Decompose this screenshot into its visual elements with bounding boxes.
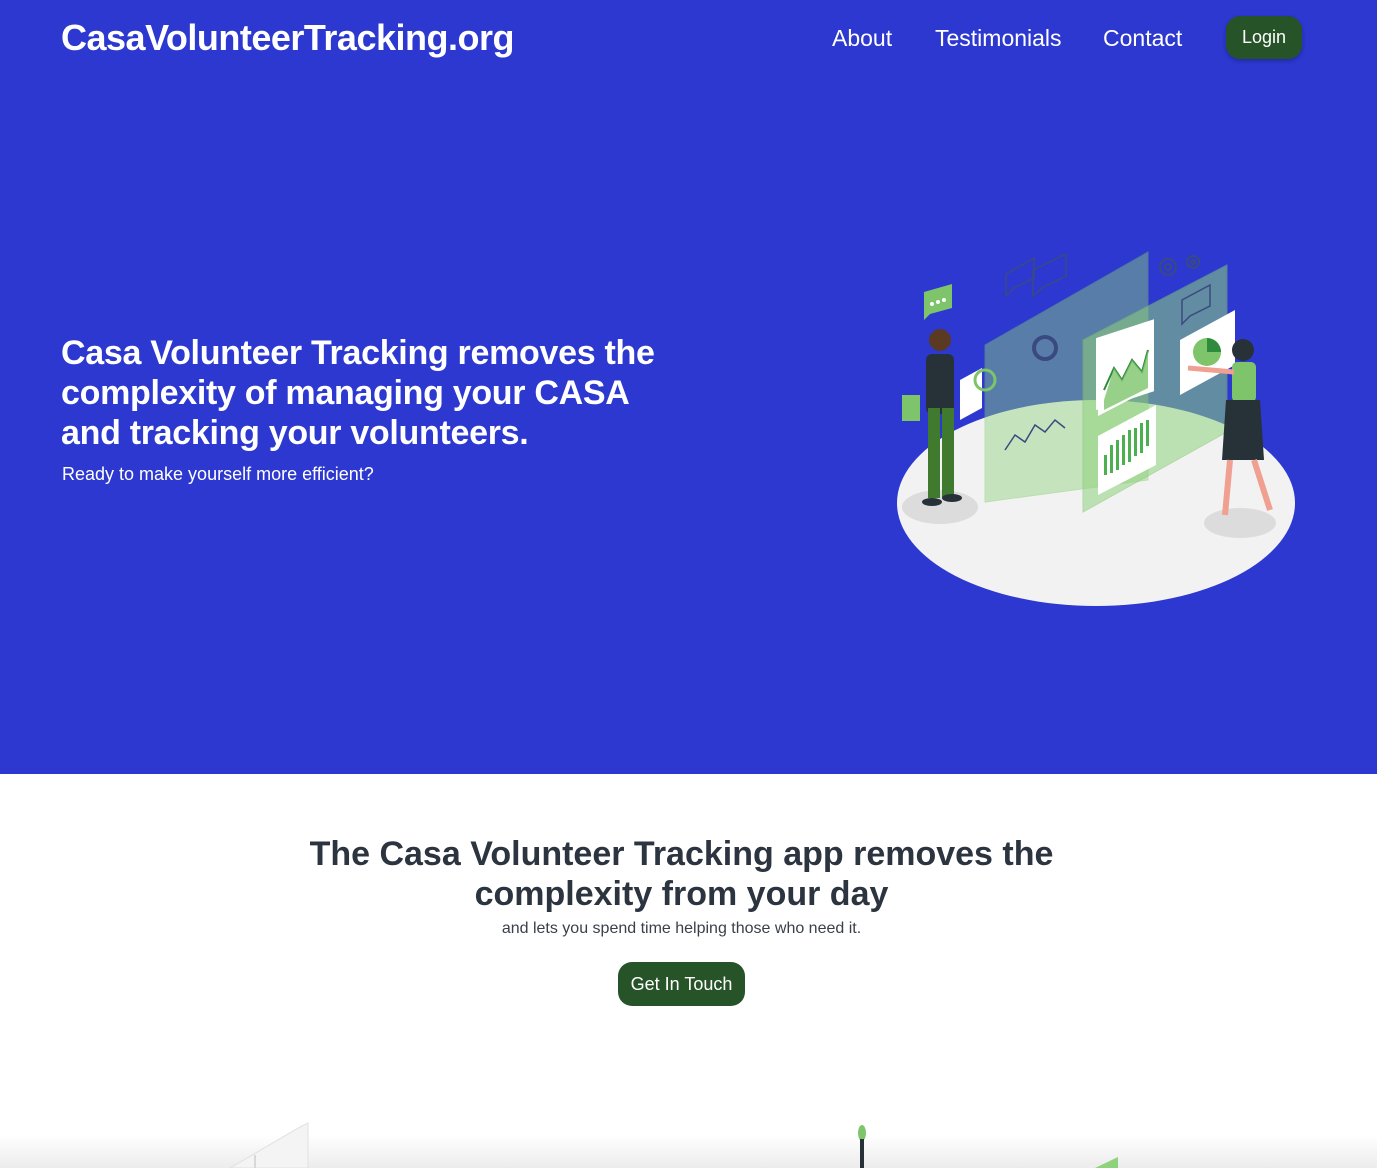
login-button[interactable]: Login <box>1226 16 1302 59</box>
intro-subtitle: and lets you spend time helping those wh… <box>501 920 862 937</box>
hero-subtitle: Ready to make yourself more efficient? <box>62 464 374 484</box>
hero-section: CasaVolunteerTracking.org About Testimon… <box>0 0 1377 774</box>
site-brand-link[interactable]: CasaVolunteerTracking.org <box>61 17 514 59</box>
nav-link-contact[interactable]: Contact <box>1103 25 1182 52</box>
hero-title: Casa Volunteer Tracking removes the comp… <box>61 334 655 452</box>
chat-bubble-icon <box>924 284 952 320</box>
nav-link-about[interactable]: About <box>832 25 892 52</box>
gear-icon <box>1159 255 1200 276</box>
bottom-illustration-partial <box>0 1122 1377 1168</box>
dashboard-illustration <box>897 251 1295 606</box>
nav-link-testimonials[interactable]: Testimonials <box>935 25 1062 52</box>
get-in-touch-button[interactable]: Get In Touch <box>618 962 745 1006</box>
intro-title: The Casa Volunteer Tracking app removes … <box>309 835 1054 913</box>
